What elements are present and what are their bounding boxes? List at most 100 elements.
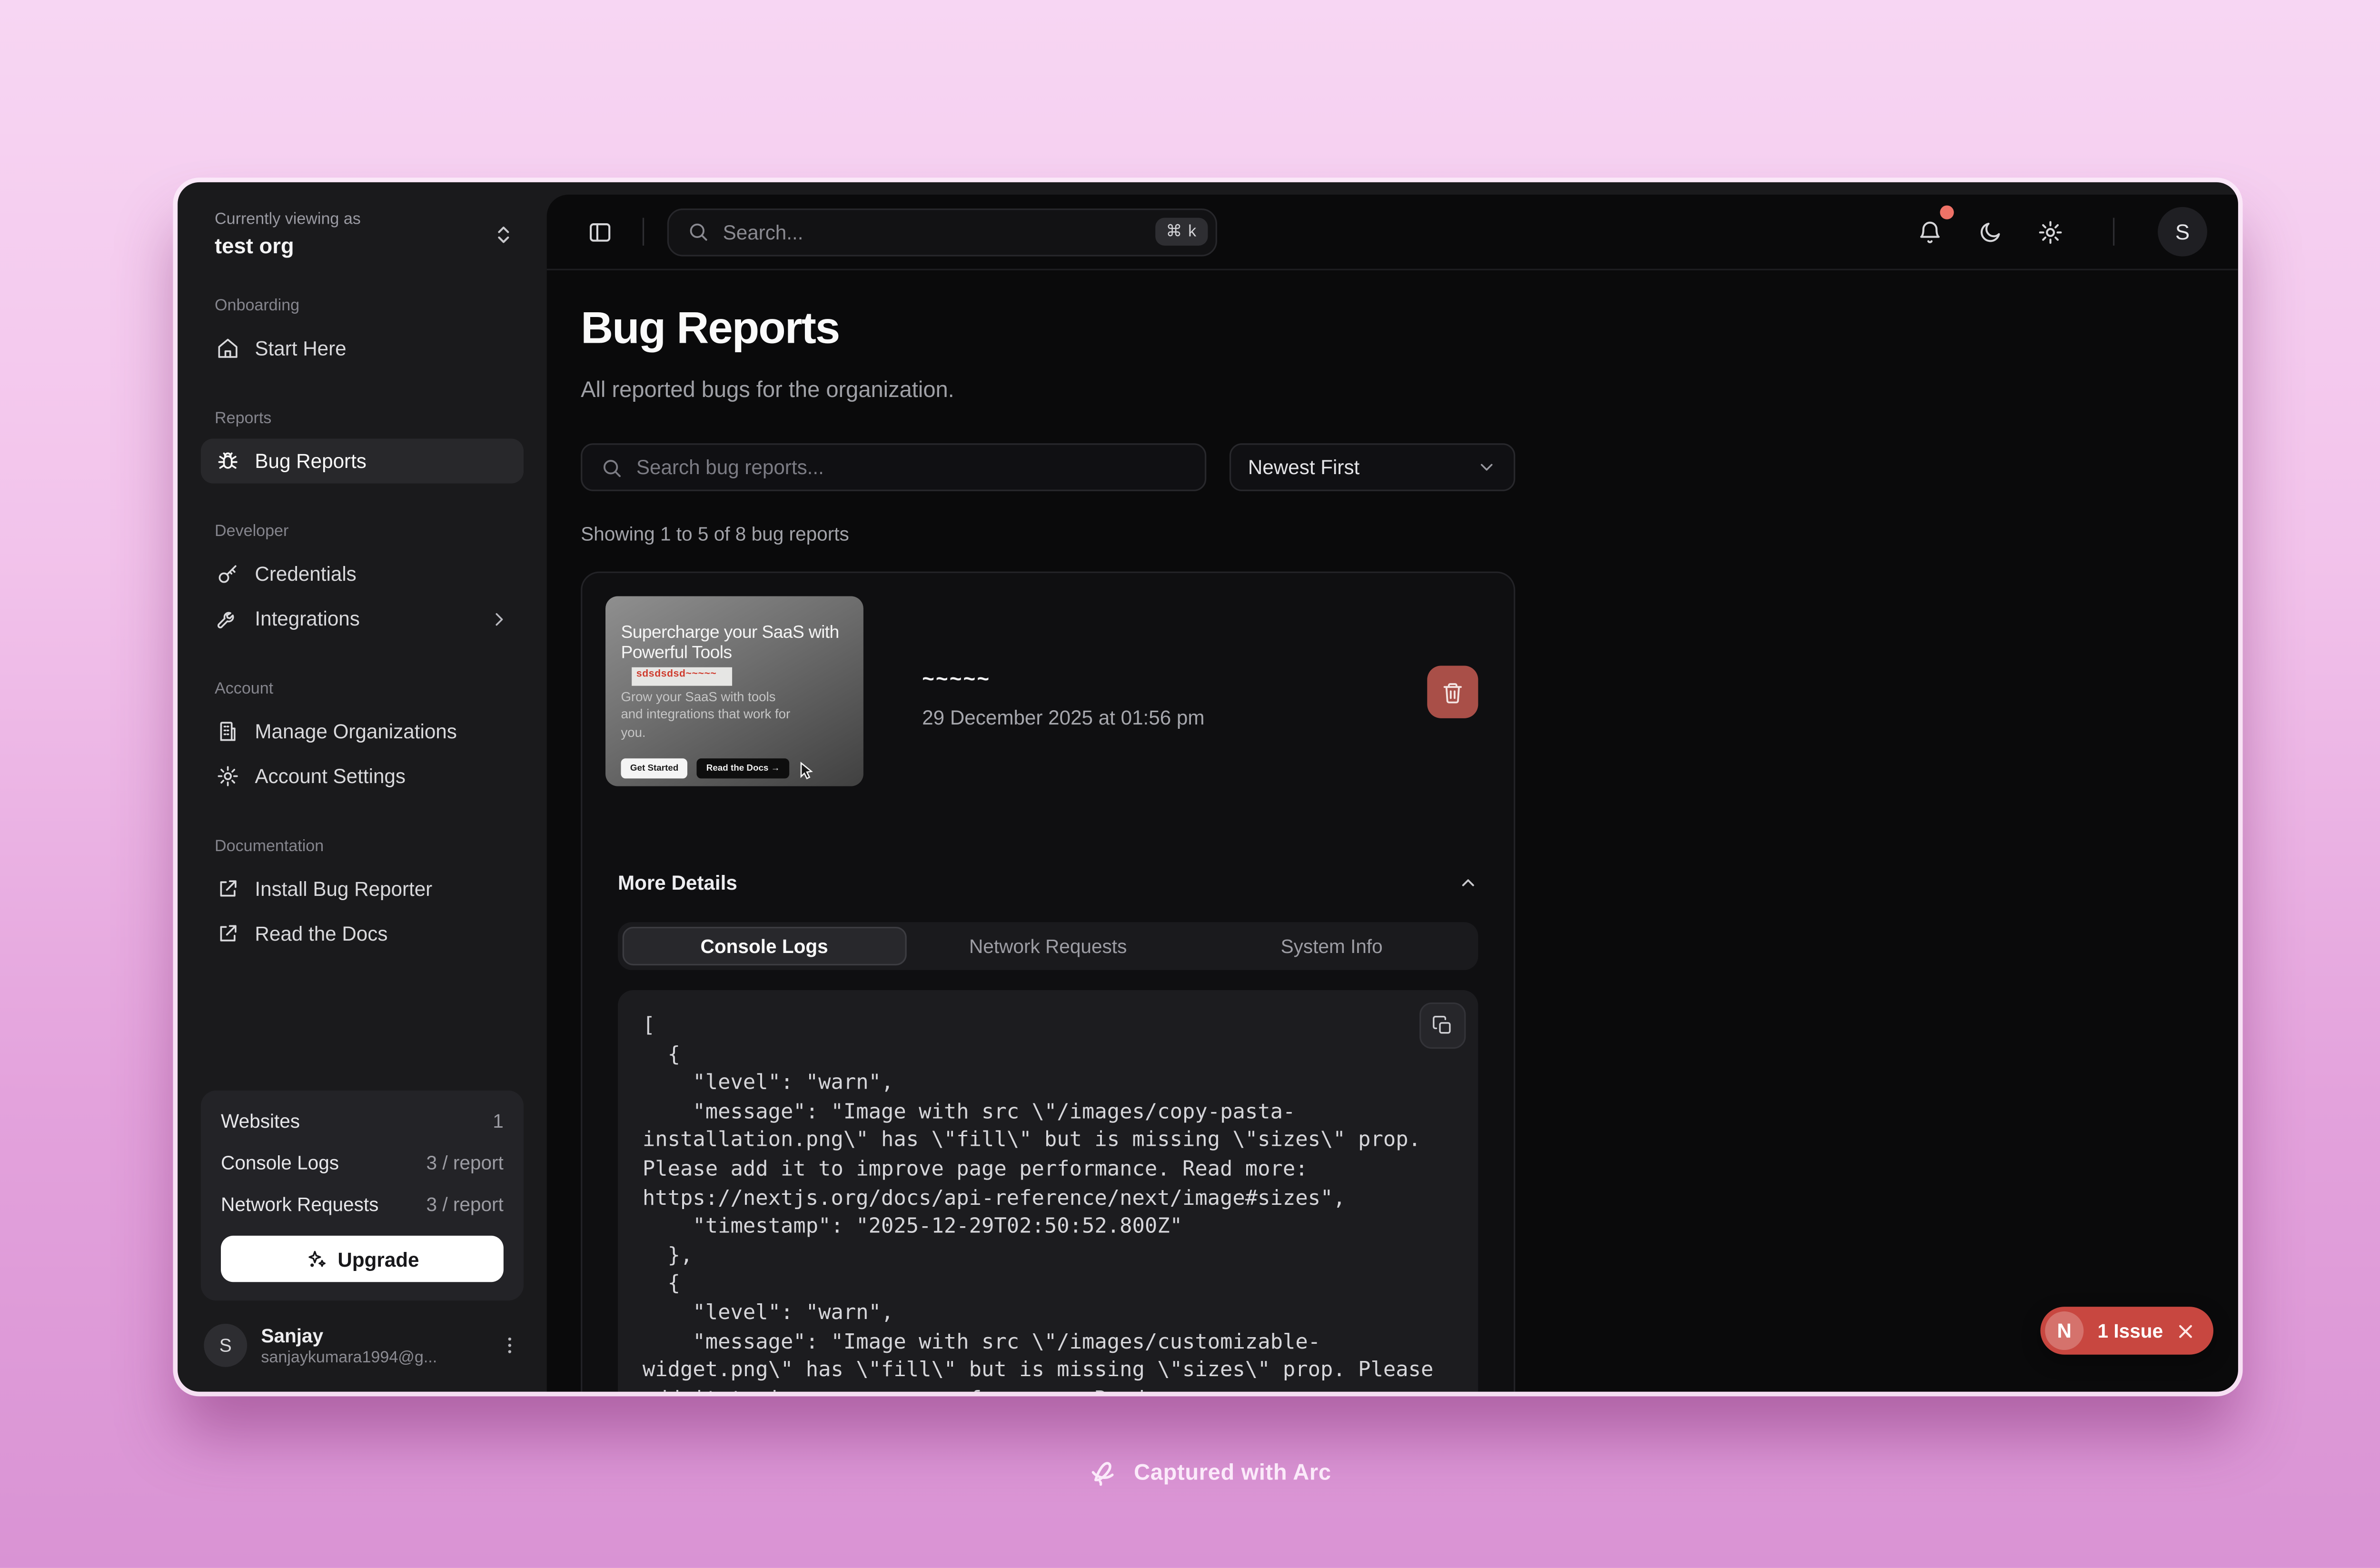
sidebar-item-integrations[interactable]: Integrations [201, 596, 524, 641]
report-header: Supercharge your SaaS with Powerful Tool… [605, 596, 1490, 786]
sidebar-item-manage-organizations[interactable]: Manage Organizations [201, 709, 524, 754]
sidebar-section-account: Account Manage Organizations Account Set… [201, 680, 524, 799]
thumbnail-body-text: Grow your SaaS with tools and integratio… [621, 688, 798, 742]
sidebar-toggle-icon[interactable] [579, 212, 619, 252]
upgrade-label: Upgrade [337, 1247, 419, 1270]
page-content: Bug Reports All reported bugs for the or… [547, 270, 2238, 1392]
usage-value: 3 / report [426, 1194, 503, 1215]
tab-console-logs[interactable]: Console Logs [623, 927, 906, 965]
nextjs-logo-icon: N [2045, 1311, 2083, 1350]
tab-system-info[interactable]: System Info [1190, 927, 1474, 965]
sidebar-item-account-settings[interactable]: Account Settings [201, 754, 524, 799]
watermark-label: Captured with Arc [1134, 1461, 1331, 1486]
section-label: Account [201, 680, 524, 698]
usage-label: Network Requests [221, 1194, 378, 1215]
chevron-up-icon [1458, 873, 1478, 893]
usage-value: 3 / report [426, 1152, 503, 1174]
section-label: Documentation [201, 837, 524, 856]
chevron-down-icon [1477, 457, 1497, 477]
bug-icon [216, 449, 239, 473]
sidebar-section-documentation: Documentation Install Bug Reporter Read … [201, 837, 524, 956]
org-name: test org [215, 233, 361, 258]
sidebar: Currently viewing as test org Onboarding… [178, 182, 547, 1392]
sidebar-item-bug-reports[interactable]: Bug Reports [201, 439, 524, 484]
watermark: Captured with Arc [0, 1458, 2380, 1489]
external-link-icon [216, 922, 239, 945]
divider [2113, 218, 2114, 246]
page-title: Bug Reports [581, 304, 2238, 355]
sort-value: Newest First [1248, 456, 1359, 479]
usage-card: Websites 1 Console Logs 3 / report Netwo… [201, 1091, 524, 1300]
gear-icon [216, 764, 239, 788]
notification-dot [1940, 206, 1954, 219]
report-info: ~~~~~ 29 December 2025 at 01:56 pm [922, 667, 1204, 786]
search-icon [687, 221, 709, 242]
more-details-toggle[interactable]: More Details [605, 871, 1490, 894]
close-icon[interactable] [2177, 1321, 2195, 1340]
usage-label: Websites [221, 1111, 300, 1132]
sidebar-item-label: Credentials [255, 562, 356, 586]
topbar-actions: S [1909, 207, 2207, 257]
building-icon [216, 720, 239, 743]
kebab-menu-icon[interactable] [499, 1335, 520, 1356]
bug-screenshot-thumbnail[interactable]: Supercharge your SaaS with Powerful Tool… [605, 596, 863, 786]
desktop-background: Currently viewing as test org Onboarding… [0, 0, 2380, 1568]
org-switcher[interactable]: Currently viewing as test org [201, 204, 524, 258]
delete-report-button[interactable] [1427, 666, 1478, 718]
wrench-icon [216, 607, 239, 630]
notifications-button[interactable] [1909, 212, 1949, 252]
chevron-right-icon [490, 609, 508, 628]
search-icon [601, 457, 622, 478]
sidebar-item-label: Account Settings [255, 764, 406, 788]
user-menu[interactable]: S Sanjay sanjaykumara1994@g... [201, 1320, 524, 1367]
bug-annotation: sdsdsdsd~~~~~ [632, 667, 732, 686]
account-avatar[interactable]: S [2158, 207, 2207, 257]
chevrons-up-down-icon [493, 223, 514, 245]
settings-gear-icon[interactable] [2030, 212, 2070, 252]
arc-logo-icon [1091, 1458, 1121, 1489]
sidebar-item-label: Install Bug Reporter [255, 877, 432, 901]
tab-network-requests[interactable]: Network Requests [906, 927, 1190, 965]
copy-icon [1432, 1015, 1453, 1036]
trash-icon [1441, 680, 1464, 704]
bug-search-placeholder: Search bug reports... [636, 456, 824, 479]
theme-toggle-moon-icon[interactable] [1969, 212, 2009, 252]
org-switcher-text: Currently viewing as test org [215, 210, 361, 258]
sidebar-item-read-the-docs[interactable]: Read the Docs [201, 911, 524, 956]
org-switcher-caption: Currently viewing as [215, 210, 361, 228]
sidebar-item-credentials[interactable]: Credentials [201, 551, 524, 596]
user-meta: Sanjay sanjaykumara1994@g... [261, 1325, 485, 1367]
sidebar-section-developer: Developer Credentials Integrations [201, 522, 524, 641]
sidebar-item-install-bug-reporter[interactable]: Install Bug Reporter [201, 866, 524, 911]
issue-count-label: 1 Issue [2098, 1320, 2163, 1341]
main-panel: Search... ⌘ k S [547, 195, 2238, 1392]
sidebar-item-start-here[interactable]: Start Here [201, 326, 524, 371]
thumb-get-started-button: Get Started [621, 759, 687, 779]
usage-row-network-requests: Network Requests 3 / report [221, 1194, 504, 1215]
external-link-icon [216, 877, 239, 901]
console-logs-panel: [ { "level": "warn", "message": "Image w… [618, 990, 1478, 1392]
divider [643, 218, 644, 246]
sort-dropdown[interactable]: Newest First [1230, 443, 1515, 491]
bug-search-input[interactable]: Search bug reports... [581, 443, 1206, 491]
sidebar-section-reports: Reports Bug Reports [201, 409, 524, 484]
sidebar-item-label: Integrations [255, 607, 359, 630]
cursor-icon [799, 762, 814, 780]
sidebar-item-label: Start Here [255, 337, 346, 360]
copy-button[interactable] [1419, 1002, 1466, 1049]
section-label: Reports [201, 409, 524, 428]
console-log-json[interactable]: [ { "level": "warn", "message": "Image w… [643, 1012, 1458, 1391]
global-search-input[interactable]: Search... ⌘ k [667, 208, 1217, 256]
bug-report-card: Supercharge your SaaS with Powerful Tool… [581, 572, 1515, 1392]
sparkles-icon [305, 1248, 327, 1270]
upgrade-button[interactable]: Upgrade [221, 1236, 504, 1282]
filter-row: Search bug reports... Newest First [581, 443, 1515, 491]
thumbnail-heading: Supercharge your SaaS with Powerful Tool… [621, 624, 848, 664]
details-tabs: Console Logs Network Requests System Inf… [618, 922, 1478, 970]
issue-pill[interactable]: N 1 Issue [2041, 1307, 2214, 1355]
sidebar-item-label: Bug Reports [255, 449, 366, 473]
sidebar-item-label: Read the Docs [255, 922, 387, 945]
sidebar-item-label: Manage Organizations [255, 720, 456, 743]
user-name: Sanjay [261, 1325, 485, 1346]
usage-row-console-logs: Console Logs 3 / report [221, 1152, 504, 1174]
